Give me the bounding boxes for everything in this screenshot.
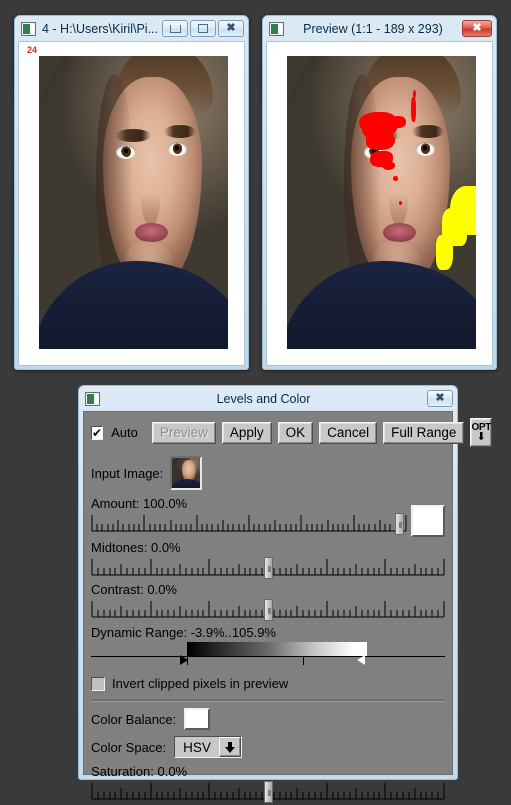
preview-button: Preview <box>151 421 216 444</box>
input-image-label: Input Image: <box>91 465 164 481</box>
color-balance-row: Color Balance: <box>91 708 445 730</box>
invert-clipped-label: Invert clipped pixels in preview <box>112 676 289 691</box>
chevron-down-icon[interactable] <box>218 737 241 757</box>
preview-photo <box>287 56 476 349</box>
color-space-label: Color Space: <box>91 739 167 755</box>
auto-checkbox[interactable]: ✔ <box>91 425 104 440</box>
white-point-marker[interactable] <box>356 655 365 665</box>
amount-group: Amount: 100.0% <box>91 496 445 537</box>
dialog-titlebar[interactable]: Levels and Color ✖ <box>79 386 457 411</box>
preview-window-buttons: ✖ <box>462 20 492 37</box>
dynamic-range-slider[interactable] <box>91 642 445 672</box>
image-window-canvas[interactable]: 24 <box>18 41 245 366</box>
dynamic-range-axis <box>91 656 445 657</box>
contrast-label: Contrast: 0.0% <box>91 582 177 597</box>
apply-button[interactable]: Apply <box>221 421 272 444</box>
amount-color-swatch[interactable] <box>411 505 445 537</box>
preview-window-icon <box>269 21 284 36</box>
image-window-title: 4 - H:\Users\Kiril\Pi... <box>42 21 158 36</box>
saturation-slider[interactable] <box>91 779 445 805</box>
dialog-icon <box>85 391 100 406</box>
color-balance-swatch[interactable] <box>184 708 211 730</box>
overlay-number: 24 <box>27 45 38 55</box>
contrast-slider[interactable] <box>91 597 445 623</box>
amount-label: Amount: 100.0% <box>91 496 188 511</box>
cancel-button[interactable]: Cancel <box>319 421 378 444</box>
dialog-content: ✔ Auto Preview Apply OK Cancel Full Rang… <box>83 411 493 803</box>
slider-thumb[interactable] <box>394 513 404 535</box>
preview-window-canvas[interactable] <box>266 41 493 366</box>
dialog-toolbar: ✔ Auto Preview Apply OK Cancel Full Rang… <box>91 418 493 447</box>
ok-button[interactable]: OK <box>277 421 314 444</box>
dialog-title: Levels and Color <box>216 391 311 406</box>
midtones-slider[interactable] <box>91 555 445 581</box>
preview-window[interactable]: Preview (1:1 - 189 x 293) ✖ <box>262 15 497 370</box>
dialog-buttons: ✖ <box>427 390 453 407</box>
slider-thumb[interactable] <box>263 557 273 579</box>
contrast-group: Contrast: 0.0% <box>91 582 445 623</box>
image-window-buttons: ✖ <box>162 20 244 37</box>
auto-label: Auto <box>111 425 138 440</box>
image-window[interactable]: 4 - H:\Users\Kiril\Pi... ✖ 24 <box>14 15 249 370</box>
dynamic-range-gradient <box>186 642 368 656</box>
invert-clipped-checkbox[interactable] <box>91 676 105 691</box>
color-space-row: Color Space: HSV <box>91 736 445 758</box>
levels-and-color-dialog[interactable]: Levels and Color ✖ ✔ Auto Preview Apply … <box>78 385 493 803</box>
midtones-label: Midtones: 0.0% <box>91 540 181 555</box>
image-window-icon <box>21 21 36 36</box>
saturation-label: Saturation: 0.0% <box>91 764 188 779</box>
dynamic-range-mid-tick <box>303 656 305 665</box>
color-space-dropdown[interactable]: HSV <box>174 736 242 758</box>
section-divider <box>91 699 445 702</box>
opt-button[interactable]: OPT ⬇ <box>470 418 493 447</box>
preview-window-title: Preview (1:1 - 189 x 293) <box>303 21 443 36</box>
full-range-button[interactable]: Full Range <box>383 421 465 444</box>
input-image-row: Input Image: <box>91 456 445 490</box>
invert-clipped-row[interactable]: Invert clipped pixels in preview <box>91 676 445 691</box>
dynamic-range-label: Dynamic Range: -3.9%..105.9% <box>91 625 276 640</box>
color-balance-label: Color Balance: <box>91 711 177 727</box>
black-point-marker[interactable] <box>179 655 188 665</box>
close-button[interactable]: ✖ <box>218 20 244 37</box>
dynamic-range-group: Dynamic Range: -3.9%..105.9% <box>91 625 445 672</box>
input-image-thumbnail[interactable] <box>170 456 203 490</box>
saturation-group: Saturation: 0.0% <box>91 764 445 805</box>
preview-window-titlebar[interactable]: Preview (1:1 - 189 x 293) ✖ <box>263 16 496 41</box>
opt-down-arrow-icon: ⬇ <box>476 431 486 443</box>
midtones-group: Midtones: 0.0% <box>91 540 445 581</box>
minimize-button[interactable] <box>162 20 188 37</box>
close-button[interactable]: ✖ <box>462 20 492 37</box>
image-window-titlebar[interactable]: 4 - H:\Users\Kiril\Pi... ✖ <box>15 16 248 41</box>
amount-slider[interactable] <box>91 511 407 537</box>
close-button[interactable]: ✖ <box>427 390 453 407</box>
source-photo <box>39 56 228 349</box>
maximize-button[interactable] <box>190 20 216 37</box>
slider-thumb[interactable] <box>263 781 273 803</box>
color-space-value: HSV <box>175 737 219 757</box>
slider-thumb[interactable] <box>263 599 273 621</box>
